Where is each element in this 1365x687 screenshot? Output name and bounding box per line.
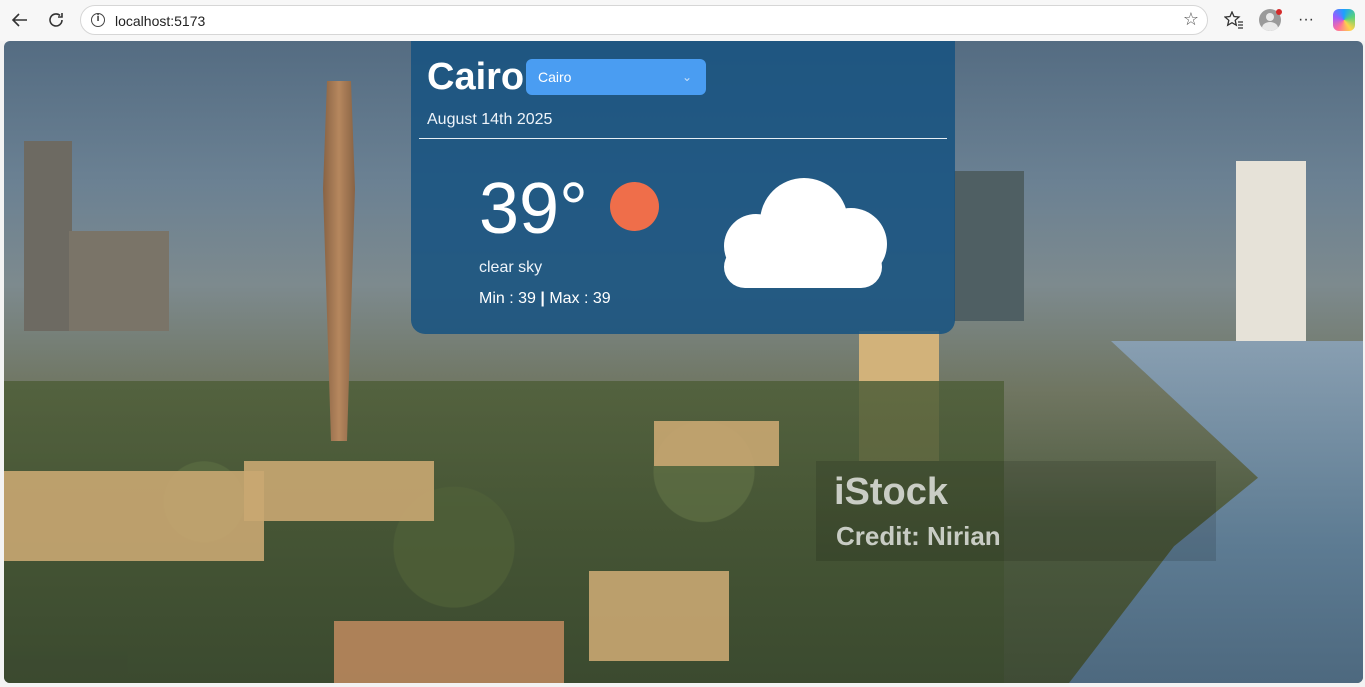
copilot-icon[interactable] (1332, 8, 1356, 32)
refresh-icon[interactable] (42, 6, 70, 34)
building (69, 231, 169, 331)
chevron-down-icon[interactable]: ⌄ (682, 59, 692, 95)
min-temp: Min : 39 (479, 290, 536, 307)
more-icon[interactable]: ··· (1294, 8, 1318, 32)
city-select[interactable]: Cairo ⌄ (526, 59, 706, 95)
city-select-value[interactable]: Cairo (538, 69, 571, 85)
building (1236, 161, 1306, 341)
building (654, 421, 779, 466)
url-text[interactable]: localhost:5173 (115, 13, 205, 29)
city-title: Cairo (427, 56, 525, 98)
star-icon[interactable]: ☆ (1183, 9, 1199, 30)
building (24, 141, 72, 331)
weather-card: Cairo Cairo ⌄ August 14th 2025 39° clear… (411, 41, 955, 334)
separator: | (540, 290, 545, 307)
divider (419, 138, 947, 139)
weather-description: clear sky (479, 259, 543, 276)
date-label: August 14th 2025 (427, 111, 553, 128)
watermark-credit: Credit: Nirian (836, 521, 1001, 551)
temperature: 39° (479, 169, 588, 249)
watermark-brand: iStock (834, 471, 949, 513)
min-max: Min : 39 | Max : 39 (479, 290, 611, 308)
building (334, 621, 564, 683)
max-temp: Max : 39 (549, 290, 611, 307)
info-icon[interactable]: i (91, 13, 105, 27)
cloud-icon (724, 178, 887, 288)
sun-icon (610, 182, 659, 231)
profile-icon[interactable] (1258, 8, 1282, 32)
building (4, 471, 264, 561)
favorites-icon[interactable] (1222, 8, 1246, 32)
building (244, 461, 434, 521)
back-arrow-icon[interactable] (6, 6, 34, 34)
address-bar[interactable]: i localhost:5173 ☆ (80, 5, 1208, 35)
notification-dot (1276, 9, 1282, 15)
building (954, 171, 1024, 321)
browser-toolbar: i localhost:5173 ☆ ··· (0, 0, 1365, 41)
building (589, 571, 729, 661)
